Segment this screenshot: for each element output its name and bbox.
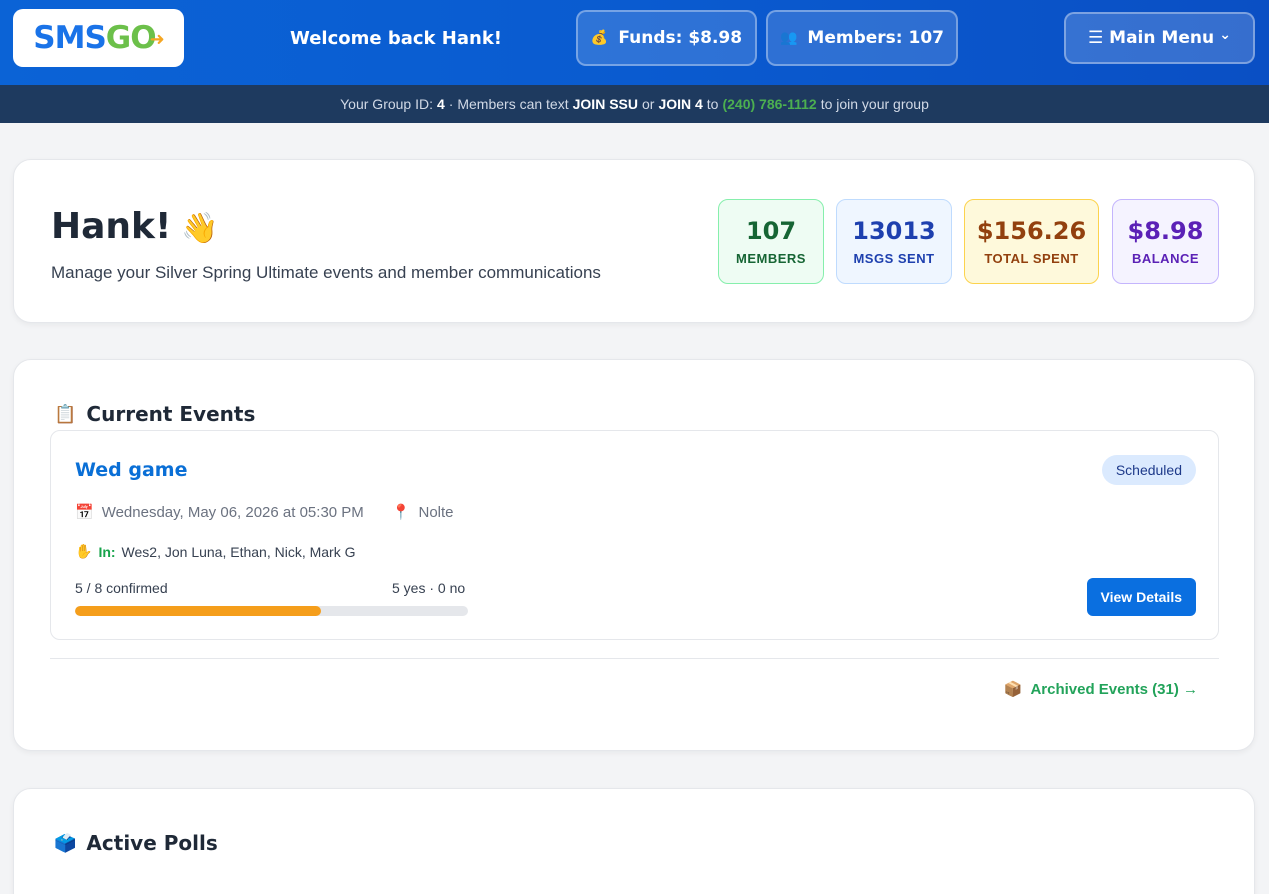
stat-label: BALANCE (1131, 251, 1200, 266)
active-polls-title: Active Polls (86, 831, 218, 855)
location-pin-icon: 📍 (391, 504, 411, 521)
status-badge: Scheduled (1101, 455, 1196, 485)
attendees-label: In: (98, 543, 116, 560)
chevron-down-icon: ⌄ (1219, 27, 1231, 43)
group-info-or: or (641, 96, 655, 112)
package-icon: 📦 (1003, 681, 1023, 698)
stat-members: 107 MEMBERS (718, 199, 824, 284)
waving-hand-icon: 👋 (181, 211, 219, 246)
welcome-text: Welcome back Hank! (290, 28, 503, 49)
stat-value: 13013 (852, 217, 936, 245)
current-events-title: Current Events (86, 402, 256, 426)
stat-balance: $8.98 BALANCE (1112, 199, 1219, 284)
active-polls-card: 🗳️ Active Polls (13, 788, 1255, 894)
event-location: Nolte (418, 503, 454, 521)
hero-title: Hank! 👋 (51, 206, 219, 247)
hero-title-text: Hank! (51, 206, 172, 247)
money-bag-icon: 💰 (590, 30, 609, 46)
stat-value: $156.26 (976, 217, 1087, 245)
event-datetime: Wednesday, May 06, 2026 at 05:30 PM (101, 503, 364, 521)
logo-text-go: GO (105, 20, 157, 56)
current-events-heading: 📋 Current Events (54, 402, 255, 426)
progress-fill (75, 606, 321, 616)
raised-hand-icon: ✋ (75, 543, 93, 559)
attendees-names: Wes2, Jon Luna, Ethan, Nick, Mark G (121, 543, 356, 560)
ballot-box-icon: 🗳️ (54, 832, 77, 854)
stat-label: MSGS SENT (853, 251, 935, 266)
event-meta: 📅 Wednesday, May 06, 2026 at 05:30 PM 📍 … (75, 503, 454, 522)
stat-label: MEMBERS (736, 251, 806, 266)
funds-label: Funds: $8.98 (618, 28, 743, 48)
logo-arrow-icon: ➜ (149, 28, 165, 50)
active-polls-heading: 🗳️ Active Polls (54, 831, 218, 855)
current-events-card: 📋 Current Events Wed game Scheduled 📅 We… (13, 359, 1255, 751)
hero-subtitle: Manage your Silver Spring Ultimate event… (51, 263, 601, 282)
people-icon: 👥 (779, 30, 798, 46)
stat-label: TOTAL SPENT (984, 251, 1079, 266)
clipboard-icon: 📋 (54, 403, 77, 425)
yes-no-count: 5 yes · 0 no (392, 580, 466, 596)
calendar-icon: 📅 (75, 504, 94, 521)
group-info-to: to (706, 96, 719, 112)
confirmed-count: 5 / 8 confirmed (75, 580, 168, 596)
funds-button[interactable]: 💰 Funds: $8.98 (576, 10, 757, 66)
group-phone-number: (240) 786-1112 (722, 96, 817, 112)
event-name-link[interactable]: Wed game (75, 459, 188, 481)
group-info-bar: Your Group ID: 4 · Members can text JOIN… (0, 85, 1269, 123)
group-info-text: · Members can text (448, 96, 569, 112)
stat-total-spent: $156.26 TOTAL SPENT (964, 199, 1099, 284)
event-attendees: ✋ In: Wes2, Jon Luna, Ethan, Nick, Mark … (75, 543, 356, 560)
group-info-suffix: to join your group (820, 96, 929, 112)
main-menu-label: ☰ Main Menu (1088, 28, 1215, 48)
members-label: Members: 107 (807, 28, 944, 48)
top-header: SMS GO ➜ Welcome back Hank! 💰 Funds: $8.98… (0, 0, 1269, 85)
view-details-button[interactable]: View Details (1086, 578, 1196, 616)
archived-events-link[interactable]: 📦 Archived Events (31) → (1003, 680, 1198, 699)
stat-msgs-sent: 13013 MSGS SENT (836, 199, 952, 284)
group-id-prefix: Your Group ID: (340, 96, 433, 112)
welcome-card: Hank! 👋 Manage your Silver Spring Ultimat… (13, 159, 1255, 323)
stat-value: $8.98 (1127, 217, 1204, 245)
stat-value: 107 (745, 217, 797, 245)
join-command-1: JOIN SSU (572, 96, 638, 112)
main-menu-button[interactable]: ☰ Main Menu ⌄ (1064, 12, 1255, 64)
join-command-2: JOIN 4 (658, 96, 703, 112)
confirmation-progress-bar (75, 606, 468, 616)
group-id-value: 4 (437, 96, 445, 112)
divider (50, 658, 1219, 659)
logo-text-sms: SMS (33, 20, 107, 56)
members-button[interactable]: 👥 Members: 107 (766, 10, 958, 66)
archived-events-label: Archived Events (31) → (1030, 680, 1198, 698)
logo[interactable]: SMS GO ➜ (13, 9, 184, 67)
event-card: Wed game Scheduled 📅 Wednesday, May 06, … (50, 430, 1219, 640)
